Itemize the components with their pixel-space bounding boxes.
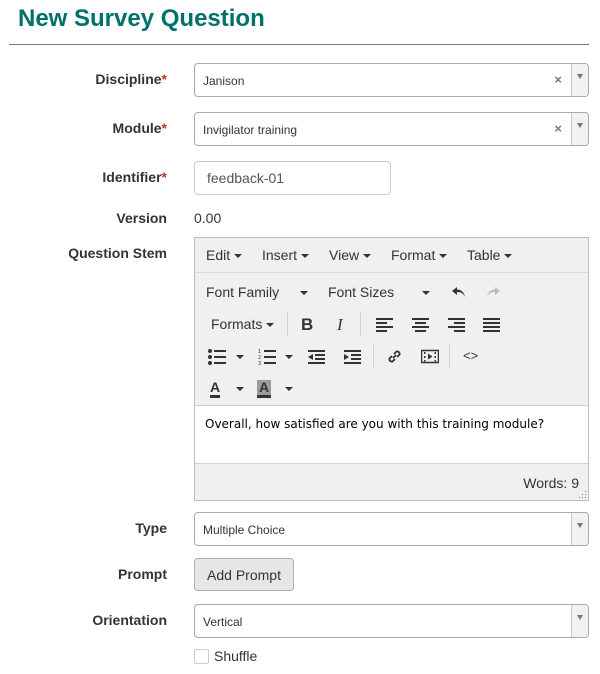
chevron-down-icon: [577, 123, 583, 128]
font-sizes-dropdown[interactable]: Font Sizes: [328, 284, 394, 300]
page-title: New Survey Question: [18, 5, 265, 32]
discipline-select[interactable]: Janison ×: [194, 63, 589, 97]
toolbar-separator: [287, 312, 288, 336]
chevron-down-icon: [577, 74, 583, 79]
required-marker: *: [161, 71, 167, 87]
editor-menubar: Edit Insert View Format Table: [195, 238, 588, 273]
media-icon[interactable]: [421, 349, 439, 364]
formats-dropdown[interactable]: Formats: [211, 316, 262, 332]
question-stem-editor: Edit Insert View Format Table Font Famil…: [194, 237, 589, 501]
caret-down-icon: [422, 291, 430, 295]
version-label: Version: [116, 210, 167, 226]
discipline-label: Discipline*: [95, 71, 167, 87]
menu-edit[interactable]: Edit: [206, 247, 243, 263]
chevron-down-icon: [577, 523, 583, 528]
bold-button[interactable]: B: [301, 315, 313, 335]
italic-button[interactable]: I: [337, 315, 343, 335]
question-stem-text: Overall, how satisfied are you with this…: [205, 417, 545, 431]
numbered-list-icon[interactable]: 1 2 3: [258, 348, 276, 365]
module-select[interactable]: Invigilator training ×: [194, 112, 589, 146]
orientation-value: Vertical: [203, 615, 243, 629]
identifier-input[interactable]: [194, 161, 391, 195]
discipline-dropdown-arrow[interactable]: [571, 64, 588, 96]
caret-down-icon[interactable]: [285, 355, 293, 359]
text-color-button[interactable]: A: [210, 380, 221, 398]
orientation-dropdown-arrow[interactable]: [571, 605, 588, 637]
type-label: Type: [135, 520, 167, 536]
discipline-value: Janison: [203, 74, 245, 88]
source-code-button[interactable]: <>: [463, 348, 478, 363]
discipline-clear-icon[interactable]: ×: [554, 72, 562, 87]
add-prompt-button[interactable]: Add Prompt: [194, 558, 294, 591]
editor-content-area[interactable]: Overall, how satisfied are you with this…: [195, 405, 588, 464]
undo-icon[interactable]: [451, 284, 467, 300]
shuffle-label[interactable]: Shuffle: [214, 648, 257, 664]
caret-down-icon: [300, 291, 308, 295]
prompt-label: Prompt: [118, 566, 167, 582]
font-family-dropdown[interactable]: Font Family: [206, 284, 279, 300]
link-icon[interactable]: [386, 348, 403, 365]
menu-insert[interactable]: Insert: [262, 247, 310, 263]
required-marker: *: [161, 120, 167, 136]
menu-table[interactable]: Table: [467, 247, 513, 263]
required-marker: *: [161, 169, 167, 185]
question-stem-label: Question Stem: [68, 245, 167, 261]
resize-handle-icon[interactable]: [579, 491, 587, 499]
module-label: Module*: [112, 120, 167, 136]
orientation-label: Orientation: [92, 612, 167, 628]
chevron-down-icon: [577, 615, 583, 620]
identifier-label: Identifier*: [102, 169, 167, 185]
align-left-icon[interactable]: [376, 317, 394, 333]
caret-down-icon[interactable]: [236, 387, 244, 391]
redo-icon[interactable]: [485, 284, 501, 300]
module-value: Invigilator training: [203, 123, 298, 137]
menu-format[interactable]: Format: [391, 247, 448, 263]
shuffle-checkbox[interactable]: [194, 649, 209, 664]
type-dropdown-arrow[interactable]: [571, 513, 588, 545]
toolbar-separator: [373, 344, 374, 368]
caret-down-icon: [363, 254, 372, 259]
module-clear-icon[interactable]: ×: [554, 121, 562, 136]
background-color-button[interactable]: A: [257, 380, 272, 398]
caret-down-icon[interactable]: [285, 387, 293, 391]
caret-down-icon[interactable]: [236, 355, 244, 359]
outdent-icon[interactable]: [308, 349, 326, 365]
align-center-icon[interactable]: [412, 317, 430, 333]
caret-down-icon: [439, 254, 448, 259]
title-divider: [9, 44, 589, 45]
caret-down-icon: [301, 254, 310, 259]
toolbar-separator: [449, 344, 450, 368]
module-dropdown-arrow[interactable]: [571, 113, 588, 145]
bullet-list-icon[interactable]: [208, 349, 226, 365]
align-right-icon[interactable]: [448, 317, 466, 333]
version-value: 0.00: [194, 210, 222, 226]
caret-down-icon: [504, 254, 513, 259]
menu-view[interactable]: View: [329, 247, 372, 263]
indent-icon[interactable]: [344, 349, 362, 365]
align-justify-icon[interactable]: [483, 317, 501, 333]
toolbar-separator: [360, 312, 361, 336]
orientation-select[interactable]: Vertical: [194, 604, 589, 638]
word-count: Words: 9: [523, 475, 579, 491]
type-value: Multiple Choice: [203, 523, 286, 537]
caret-down-icon: [234, 254, 243, 259]
caret-down-icon: [266, 323, 274, 327]
svg-text:3: 3: [258, 361, 261, 365]
type-select[interactable]: Multiple Choice: [194, 512, 589, 546]
